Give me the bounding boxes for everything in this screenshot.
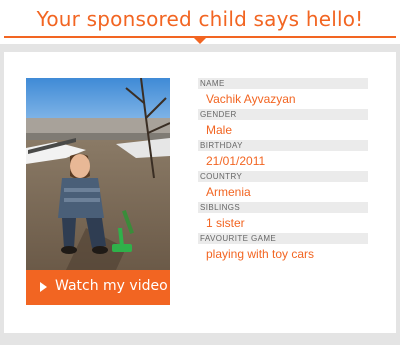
- header-bar: Your sponsored child says hello!: [0, 0, 400, 44]
- detail-value: 1 sister: [206, 216, 245, 230]
- detail-value: playing with toy cars: [206, 247, 315, 261]
- child-photo: [26, 78, 170, 270]
- detail-value: Vachik Ayvazyan: [206, 92, 296, 106]
- detail-label: COUNTRY: [198, 171, 368, 182]
- detail-value: Male: [206, 123, 233, 137]
- detail-label: BIRTHDAY: [198, 140, 368, 151]
- detail-gender: GENDER Male: [198, 109, 368, 140]
- child-photo-image: [26, 78, 170, 270]
- watch-video-button[interactable]: Watch my video: [26, 270, 170, 305]
- detail-label: SIBLINGS: [198, 202, 368, 213]
- page-title: Your sponsored child says hello!: [36, 7, 364, 31]
- header-notch: [194, 38, 206, 44]
- detail-birthday: BIRTHDAY 21/01/2011: [198, 140, 368, 171]
- play-icon: [40, 282, 47, 292]
- detail-label: NAME: [198, 78, 368, 89]
- detail-value: Armenia: [206, 185, 251, 199]
- detail-value: 21/01/2011: [206, 154, 266, 168]
- detail-siblings: SIBLINGS 1 sister: [198, 202, 368, 233]
- detail-favourite-game: FAVOURITE GAME playing with toy cars: [198, 233, 368, 264]
- detail-label: GENDER: [198, 109, 368, 120]
- child-profile-card: Watch my video NAME Vachik Ayvazyan GEND…: [4, 52, 396, 333]
- detail-label: FAVOURITE GAME: [198, 233, 368, 244]
- detail-country: COUNTRY Armenia: [198, 171, 368, 202]
- watch-video-label: Watch my video: [55, 278, 168, 294]
- detail-name: NAME Vachik Ayvazyan: [198, 78, 368, 109]
- child-details-list: NAME Vachik Ayvazyan GENDER Male BIRTHDA…: [198, 78, 368, 264]
